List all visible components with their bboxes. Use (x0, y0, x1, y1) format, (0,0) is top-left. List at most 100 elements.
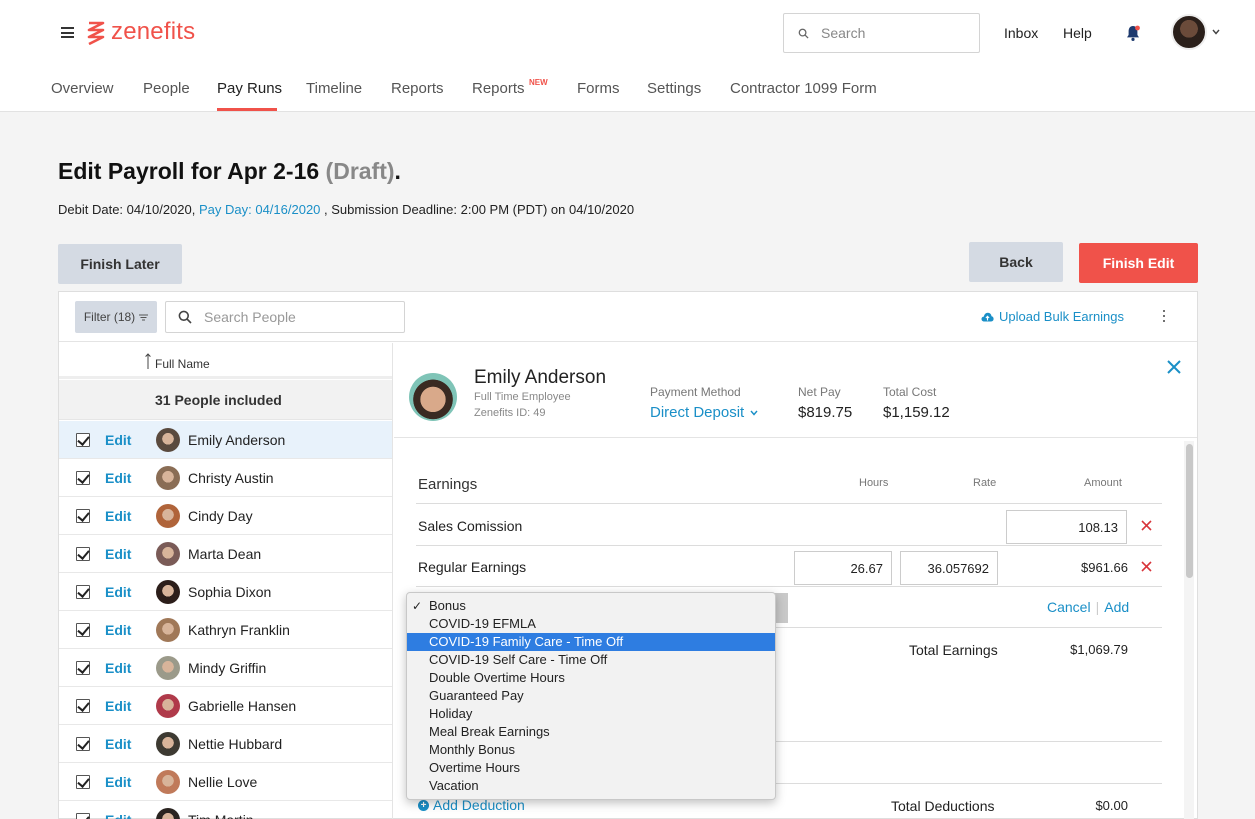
tab-pay-runs[interactable]: Pay Runs (217, 80, 282, 97)
row-checkbox[interactable] (76, 509, 90, 523)
edit-link[interactable]: Edit (105, 470, 131, 486)
sort-arrow-icon[interactable] (145, 353, 151, 369)
remove-earning-icon[interactable] (1141, 520, 1152, 531)
row-checkbox[interactable] (76, 813, 90, 819)
tab-timeline[interactable]: Timeline (306, 80, 362, 97)
full-name-column-header[interactable]: Full Name (155, 357, 210, 371)
edit-link[interactable]: Edit (105, 584, 131, 600)
earning-type-dropdown[interactable]: ✓ Bonus COVID-19 EFMLA COVID-19 Family Care… (406, 592, 776, 800)
global-search[interactable] (783, 13, 980, 53)
tab-settings[interactable]: Settings (647, 80, 701, 97)
detail-scrollbar-thumb[interactable] (1186, 444, 1193, 578)
notification-bell-icon[interactable] (1125, 24, 1141, 42)
finish-later-button[interactable]: Finish Later (58, 244, 182, 284)
table-row[interactable]: Edit Kathryn Franklin (59, 611, 392, 649)
dropdown-option[interactable]: COVID-19 Family Care - Time Off (407, 633, 775, 651)
total-cost-label: Total Cost (883, 385, 937, 399)
regular-rate-input[interactable] (900, 551, 998, 585)
edit-link[interactable]: Edit (105, 660, 131, 676)
filter-button[interactable]: Filter (18) (75, 301, 157, 333)
add-link[interactable]: Add (1104, 599, 1129, 615)
dropdown-option-label: COVID-19 Self Care - Time Off (429, 652, 608, 667)
row-checkbox[interactable] (76, 547, 90, 561)
edit-link[interactable]: Edit (105, 622, 131, 638)
table-row[interactable]: Edit Nellie Love (59, 763, 392, 801)
edit-link[interactable]: Edit (105, 508, 131, 524)
dropdown-option[interactable]: Overtime Hours (407, 759, 775, 777)
edit-link[interactable]: Edit (105, 774, 131, 790)
people-search[interactable] (165, 301, 405, 333)
dropdown-option[interactable]: Vacation (407, 777, 775, 795)
table-row[interactable]: Edit Sophia Dixon (59, 573, 392, 611)
edit-link[interactable]: Edit (105, 432, 131, 448)
dropdown-option-label: COVID-19 EFMLA (429, 616, 536, 631)
row-checkbox[interactable] (76, 737, 90, 751)
divider (416, 503, 1162, 504)
dropdown-option[interactable]: Double Overtime Hours (407, 669, 775, 687)
tab-overview[interactable]: Overview (51, 80, 114, 97)
tab-reports[interactable]: Reports (391, 80, 444, 97)
dropdown-option[interactable]: Monthly Bonus (407, 741, 775, 759)
person-name: Emily Anderson (188, 432, 286, 448)
row-checkbox[interactable] (76, 699, 90, 713)
zenefits-logo[interactable]: zenefits (87, 18, 195, 46)
table-row[interactable]: Edit Cindy Day (59, 497, 392, 535)
filter-icon (139, 314, 149, 320)
table-row[interactable]: Edit Gabrielle Hansen (59, 687, 392, 725)
employee-name: Emily Anderson (474, 367, 607, 388)
dropdown-option-label: Guaranteed Pay (429, 688, 524, 703)
more-options-icon[interactable] (1163, 310, 1166, 322)
sales-commission-amount-input[interactable] (1006, 510, 1127, 544)
dropdown-option[interactable]: Holiday (407, 705, 775, 723)
tab-people[interactable]: People (143, 80, 190, 97)
table-row[interactable]: Edit Mindy Griffin (59, 649, 392, 687)
page-title-text: Edit Payroll for Apr 2-16 (58, 158, 320, 184)
row-checkbox[interactable] (76, 471, 90, 485)
table-row[interactable]: Edit Nettie Hubbard (59, 725, 392, 763)
inbox-link[interactable]: Inbox (1004, 25, 1038, 41)
total-earnings-label: Total Earnings (909, 642, 998, 658)
help-link[interactable]: Help (1063, 25, 1092, 41)
row-checkbox[interactable] (76, 585, 90, 599)
finish-edit-button[interactable]: Finish Edit (1079, 243, 1198, 283)
global-search-input[interactable] (821, 25, 961, 41)
dropdown-option[interactable]: COVID-19 Self Care - Time Off (407, 651, 775, 669)
row-checkbox[interactable] (76, 623, 90, 637)
edit-link[interactable]: Edit (105, 812, 131, 819)
dropdown-option[interactable]: Guaranteed Pay (407, 687, 775, 705)
remove-earning-icon[interactable] (1141, 561, 1152, 572)
checkmark-icon: ✓ (412, 599, 423, 613)
regular-hours-input[interactable] (794, 551, 892, 585)
upload-bulk-earnings-link[interactable]: Upload Bulk Earnings (981, 309, 1124, 324)
people-search-input[interactable] (204, 309, 384, 325)
row-checkbox[interactable] (76, 433, 90, 447)
row-checkbox[interactable] (76, 775, 90, 789)
table-row[interactable]: Edit Emily Anderson (59, 421, 392, 459)
pay-day-link[interactable]: Pay Day: 04/16/2020 (199, 202, 320, 217)
earning-type-select[interactable] (774, 593, 788, 623)
dropdown-option[interactable]: ✓ Bonus (407, 597, 775, 615)
edit-link[interactable]: Edit (105, 698, 131, 714)
dropdown-option[interactable]: COVID-19 EFMLA (407, 615, 775, 633)
table-row[interactable]: Edit Christy Austin (59, 459, 392, 497)
people-list: Full Name 31 People included Edit Emily A… (59, 343, 393, 819)
new-badge: NEW (529, 78, 548, 87)
tab-reports-new[interactable]: Reports NEW (472, 78, 548, 97)
back-button[interactable]: Back (969, 242, 1063, 282)
person-name: Kathryn Franklin (188, 622, 290, 638)
dropdown-option[interactable]: Meal Break Earnings (407, 723, 775, 741)
menu-icon[interactable] (61, 27, 74, 38)
edit-link[interactable]: Edit (105, 546, 131, 562)
tab-forms[interactable]: Forms (577, 80, 620, 97)
close-icon[interactable] (1166, 359, 1182, 375)
payment-method-select[interactable]: Direct Deposit (650, 404, 758, 421)
table-row[interactable]: Edit Marta Dean (59, 535, 392, 573)
person-name: Christy Austin (188, 470, 274, 486)
cancel-link[interactable]: Cancel (1047, 599, 1091, 615)
user-avatar[interactable] (1171, 14, 1207, 50)
tab-contractor-1099[interactable]: Contractor 1099 Form (730, 80, 877, 97)
edit-link[interactable]: Edit (105, 736, 131, 752)
table-row[interactable]: Edit Tim Martin (59, 801, 392, 819)
chevron-down-icon[interactable] (1212, 29, 1220, 35)
row-checkbox[interactable] (76, 661, 90, 675)
